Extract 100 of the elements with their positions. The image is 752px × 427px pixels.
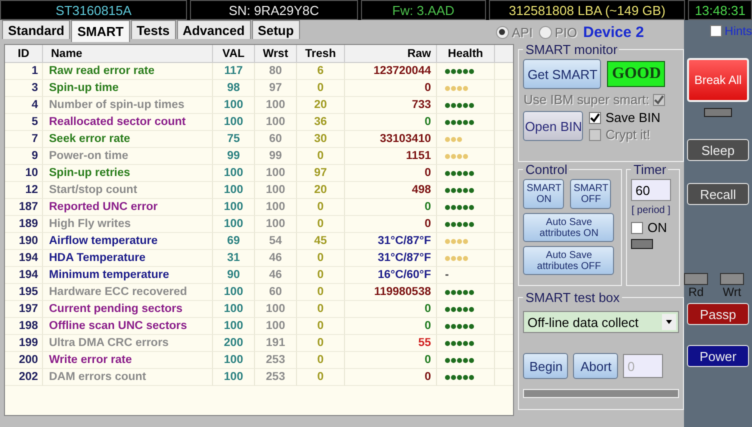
table-cell: 0: [297, 335, 345, 352]
table-cell: 0: [297, 199, 345, 216]
table-cell: 119980538: [345, 284, 437, 301]
checkbox-label: Use IBM super smart:: [523, 92, 650, 107]
table-cell: 100: [255, 182, 297, 199]
get-smart-button[interactable]: Get SMART: [523, 59, 602, 89]
device-label: Device 2: [583, 24, 644, 40]
begin-button[interactable]: Begin: [523, 353, 568, 379]
group-title: SMART monitor: [524, 42, 618, 57]
table-cell: -: [445, 269, 449, 281]
table-cell: Current pending sectors: [43, 301, 213, 318]
smart-toggle-button[interactable]: SMART ON: [523, 179, 564, 209]
table-cell: 253: [255, 369, 297, 386]
table-cell: 100: [255, 114, 297, 131]
passp-button[interactable]: Passp: [687, 303, 749, 325]
table-cell: 0: [297, 250, 345, 267]
tab[interactable]: Setup: [252, 20, 300, 39]
table-cell: Number of spin-up times: [43, 97, 213, 114]
table-cell: HDA Temperature: [43, 250, 213, 267]
table-cell: 0: [297, 216, 345, 233]
table-cell: 498: [345, 182, 437, 199]
table-cell: 98: [213, 80, 255, 97]
table-cell: 187: [5, 199, 43, 216]
table-cell: 100: [213, 216, 255, 233]
table-cell: 100: [255, 97, 297, 114]
table-cell: 0: [297, 284, 345, 301]
table-cell: 20: [297, 97, 345, 114]
indicator-light: [684, 273, 708, 285]
table-cell: 100: [255, 199, 297, 216]
smart-toggle-button[interactable]: SMART OFF: [570, 179, 612, 209]
table-cell: 0: [297, 267, 345, 284]
table-cell: Raw read error rate: [43, 63, 213, 80]
column-header: VAL: [213, 45, 255, 63]
table-cell: 69: [213, 233, 255, 250]
table-cell: 0: [297, 352, 345, 369]
table-cell: Reported UNC error: [43, 199, 213, 216]
column-header: Tresh: [297, 45, 345, 63]
table-cell: Offline scan UNC sectors: [43, 318, 213, 335]
test-dropdown[interactable]: Off-line data collect: [523, 311, 679, 333]
table-cell: 3: [5, 80, 43, 97]
table-cell: 0: [297, 318, 345, 335]
timer-caption: [ period ]: [631, 205, 672, 216]
table-cell: 33103410: [345, 131, 437, 148]
table-cell: 202: [5, 369, 43, 386]
table-cell: 195: [5, 284, 43, 301]
open-bin-button[interactable]: Open BIN: [523, 111, 584, 141]
table-cell: 16°C/60°F: [345, 267, 437, 284]
table-cell: Power-on time: [43, 148, 213, 165]
abort-button[interactable]: Abort: [573, 353, 618, 379]
drive-capacity: 312581808 LBA (~149 GB): [489, 0, 686, 20]
table-cell: 0: [297, 369, 345, 386]
checkbox-label: Crypt it!: [605, 127, 650, 142]
table-cell: 0: [345, 352, 437, 369]
auto-save-button[interactable]: Auto Save attributes ON: [523, 213, 614, 242]
table-cell: 75: [213, 131, 255, 148]
checkbox[interactable]: [589, 112, 602, 124]
tab[interactable]: Tests: [130, 20, 176, 39]
write-label: Wrt: [722, 285, 742, 299]
checkbox[interactable]: [710, 25, 722, 37]
table-cell: 0: [345, 216, 437, 233]
table-cell: Hardware ECC recovered: [43, 284, 213, 301]
table-cell: 198: [5, 318, 43, 335]
sleep-button[interactable]: Sleep: [687, 139, 749, 161]
table-cell: 100: [213, 301, 255, 318]
auto-save-button[interactable]: Auto Save attributes OFF: [523, 246, 614, 275]
radio-button[interactable]: [538, 26, 552, 38]
table-cell: 55: [345, 335, 437, 352]
table-cell: 100: [213, 369, 255, 386]
table-cell: 9: [5, 148, 43, 165]
table-cell: 30: [297, 131, 345, 148]
checkbox-label: ON: [647, 220, 667, 235]
drive-model: ST3160815A: [0, 0, 188, 20]
table-cell: 0: [345, 318, 437, 335]
table-cell: 123720044: [345, 63, 437, 80]
table-cell: 199: [5, 335, 43, 352]
table-cell: 197: [5, 301, 43, 318]
table-cell: 97: [297, 165, 345, 182]
table-cell: 100: [213, 284, 255, 301]
table-cell: 733: [345, 97, 437, 114]
checkbox[interactable]: [631, 222, 644, 234]
tab[interactable]: SMART: [71, 20, 130, 42]
table-cell: 253: [255, 352, 297, 369]
power-button[interactable]: Power: [687, 345, 749, 367]
table-cell: 7: [5, 131, 43, 148]
radio-button[interactable]: [496, 26, 509, 38]
table-cell: 0: [345, 301, 437, 318]
column-header: Health: [437, 45, 495, 63]
tab[interactable]: Advanced: [176, 20, 251, 39]
table-cell: 31°C/87°F: [345, 250, 437, 267]
table-cell: 1151: [345, 148, 437, 165]
timer-field[interactable]: 60: [631, 179, 672, 201]
checkbox-label: Hints: [724, 24, 752, 38]
tab[interactable]: Standard: [2, 20, 70, 39]
recall-button[interactable]: Recall: [687, 183, 749, 205]
table-cell: 189: [5, 216, 43, 233]
radio-label: PIO: [554, 24, 578, 40]
break-all-button[interactable]: Break All: [687, 58, 749, 102]
table-cell: 200: [5, 352, 43, 369]
table-cell: 80: [255, 63, 297, 80]
table-cell: Start/stop count: [43, 182, 213, 199]
